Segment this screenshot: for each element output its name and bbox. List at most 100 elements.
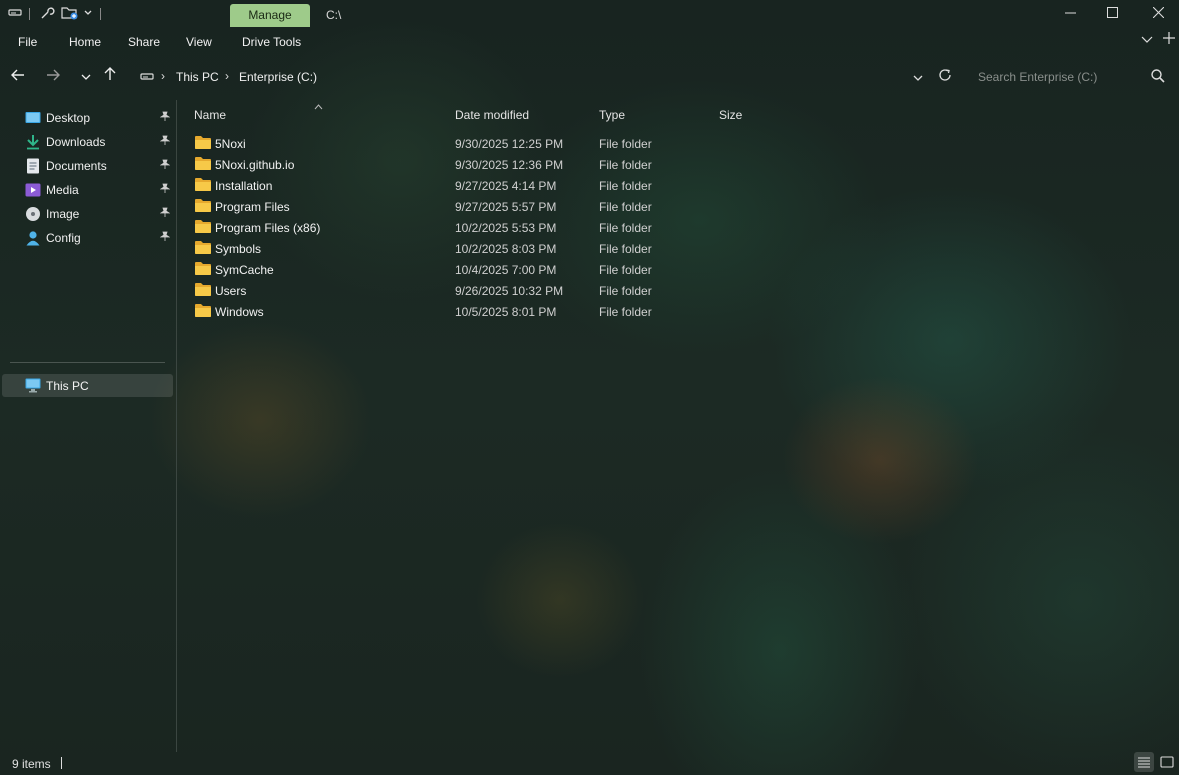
sort-ascending-icon — [314, 99, 323, 113]
column-header-type[interactable]: Type — [599, 108, 625, 122]
ribbon-tab-view[interactable]: View — [186, 35, 212, 49]
file-row[interactable]: Program Files (x86) 10/2/2025 5:53 PM Fi… — [188, 217, 748, 238]
close-button[interactable] — [1138, 3, 1178, 25]
file-name: 5Noxi — [215, 137, 246, 151]
breadcrumb-this-pc[interactable]: This PC — [176, 70, 219, 84]
breadcrumb-enterprise-c[interactable]: Enterprise (C:) — [239, 70, 317, 84]
drive-icon[interactable] — [8, 5, 22, 22]
sidebar-item-this-pc[interactable]: This PC — [2, 374, 173, 397]
file-type: File folder — [599, 305, 652, 319]
file-date: 10/2/2025 5:53 PM — [455, 221, 557, 235]
pin-icon[interactable] — [159, 135, 171, 149]
details-view-icon — [1138, 757, 1150, 768]
file-date: 10/2/2025 8:03 PM — [455, 242, 557, 256]
ribbon-tab-file[interactable]: File — [18, 35, 37, 49]
file-name: Program Files — [215, 200, 290, 214]
search-icon[interactable] — [1151, 69, 1165, 86]
folder-icon — [195, 304, 211, 317]
minimize-button[interactable] — [1050, 3, 1090, 25]
file-name: Users — [215, 284, 247, 298]
file-date: 10/4/2025 7:00 PM — [455, 263, 557, 277]
pin-icon[interactable] — [159, 183, 171, 197]
details-view-button[interactable] — [1134, 752, 1154, 772]
quick-access-separator — [29, 8, 30, 20]
search-input[interactable] — [976, 67, 1140, 87]
expand-ribbon-icon[interactable] — [1141, 34, 1153, 48]
file-type: File folder — [599, 284, 652, 298]
arrow-right-icon — [47, 69, 60, 81]
file-date: 9/30/2025 12:25 PM — [455, 137, 564, 151]
media-icon — [25, 182, 41, 198]
manage-tab[interactable]: Manage — [230, 4, 310, 27]
folder-icon — [195, 220, 211, 233]
sidebar-item-label: Desktop — [46, 111, 91, 125]
sidebar-item-label: Config — [46, 231, 81, 245]
back-button[interactable] — [7, 67, 29, 87]
file-row[interactable]: Users 9/26/2025 10:32 PM File folder — [188, 280, 748, 301]
ribbon-tab-share[interactable]: Share — [128, 35, 160, 49]
folder-icon — [195, 157, 211, 170]
folder-icon — [195, 136, 211, 149]
sidebar-item-label: This PC — [46, 379, 89, 393]
file-row[interactable]: SymCache 10/4/2025 7:00 PM File folder — [188, 259, 748, 280]
file-name: Installation — [215, 179, 273, 193]
ribbon-tab-drive-tools[interactable]: Drive Tools — [242, 35, 301, 49]
file-date: 9/27/2025 5:57 PM — [455, 200, 557, 214]
breadcrumb-separator-icon: › — [225, 69, 229, 83]
file-row[interactable]: 5Noxi 9/30/2025 12:25 PM File folder — [188, 133, 748, 154]
pin-icon[interactable] — [159, 207, 171, 221]
file-row[interactable]: Program Files 9/27/2025 5:57 PM File fol… — [188, 196, 748, 217]
column-header-name[interactable]: Name — [194, 108, 226, 122]
pin-icon[interactable] — [159, 231, 171, 245]
ribbon-tab-home[interactable]: Home — [69, 35, 101, 49]
sidebar-item-documents[interactable]: Documents — [12, 155, 172, 177]
file-row[interactable]: 5Noxi.github.io 9/30/2025 12:36 PM File … — [188, 154, 748, 175]
file-date: 10/5/2025 8:01 PM — [455, 305, 557, 319]
sidebar-item-image[interactable]: Image — [12, 203, 172, 225]
forward-button[interactable] — [42, 67, 64, 87]
refresh-button[interactable] — [938, 68, 952, 85]
file-name: Windows — [215, 305, 264, 319]
chevron-down-icon[interactable] — [84, 8, 92, 19]
pin-icon[interactable] — [159, 159, 171, 173]
new-folder-icon[interactable] — [61, 5, 79, 24]
status-item-count: 9 items — [12, 757, 51, 771]
file-type: File folder — [599, 179, 652, 193]
up-button[interactable] — [99, 67, 121, 87]
folder-icon — [195, 241, 211, 254]
file-type: File folder — [599, 242, 652, 256]
file-row[interactable]: Installation 9/27/2025 4:14 PM File fold… — [188, 175, 748, 196]
maximize-button[interactable] — [1092, 3, 1132, 25]
sidebar-item-label: Image — [46, 207, 80, 221]
properties-icon[interactable] — [39, 5, 55, 24]
file-row[interactable]: Windows 10/5/2025 8:01 PM File folder — [188, 301, 748, 322]
sidebar-item-config[interactable]: Config — [12, 227, 172, 249]
navigation-pane: Desktop Downloads Documents Media Image … — [0, 100, 176, 752]
file-date: 9/26/2025 10:32 PM — [455, 284, 564, 298]
add-tab-icon[interactable] — [1163, 32, 1175, 47]
pin-icon[interactable] — [159, 111, 171, 125]
column-header-size[interactable]: Size — [719, 108, 742, 122]
disc-icon — [25, 206, 41, 222]
user-icon — [25, 230, 41, 246]
sidebar-item-media[interactable]: Media — [12, 179, 172, 201]
window-title: C:\ — [326, 8, 342, 22]
pane-splitter[interactable] — [176, 100, 177, 752]
computer-icon — [25, 378, 41, 396]
file-row[interactable]: Symbols 10/2/2025 8:03 PM File folder — [188, 238, 748, 259]
arrow-left-icon — [11, 69, 24, 81]
recent-locations-button[interactable] — [75, 67, 97, 87]
column-header-date-modified[interactable]: Date modified — [455, 108, 529, 122]
file-name: Symbols — [215, 242, 262, 256]
sidebar-item-downloads[interactable]: Downloads — [12, 131, 172, 153]
file-name: SymCache — [215, 263, 274, 277]
address-history-dropdown[interactable] — [913, 71, 923, 85]
large-icons-view-button[interactable] — [1158, 752, 1176, 772]
title-bar: Manage C:\ — [0, 0, 1179, 30]
breadcrumb-separator-icon: › — [161, 69, 165, 83]
folder-icon — [195, 178, 211, 191]
sidebar-divider — [10, 362, 165, 363]
folder-icon — [195, 199, 211, 212]
sidebar-item-label: Downloads — [46, 135, 106, 149]
sidebar-item-desktop[interactable]: Desktop — [12, 107, 172, 129]
